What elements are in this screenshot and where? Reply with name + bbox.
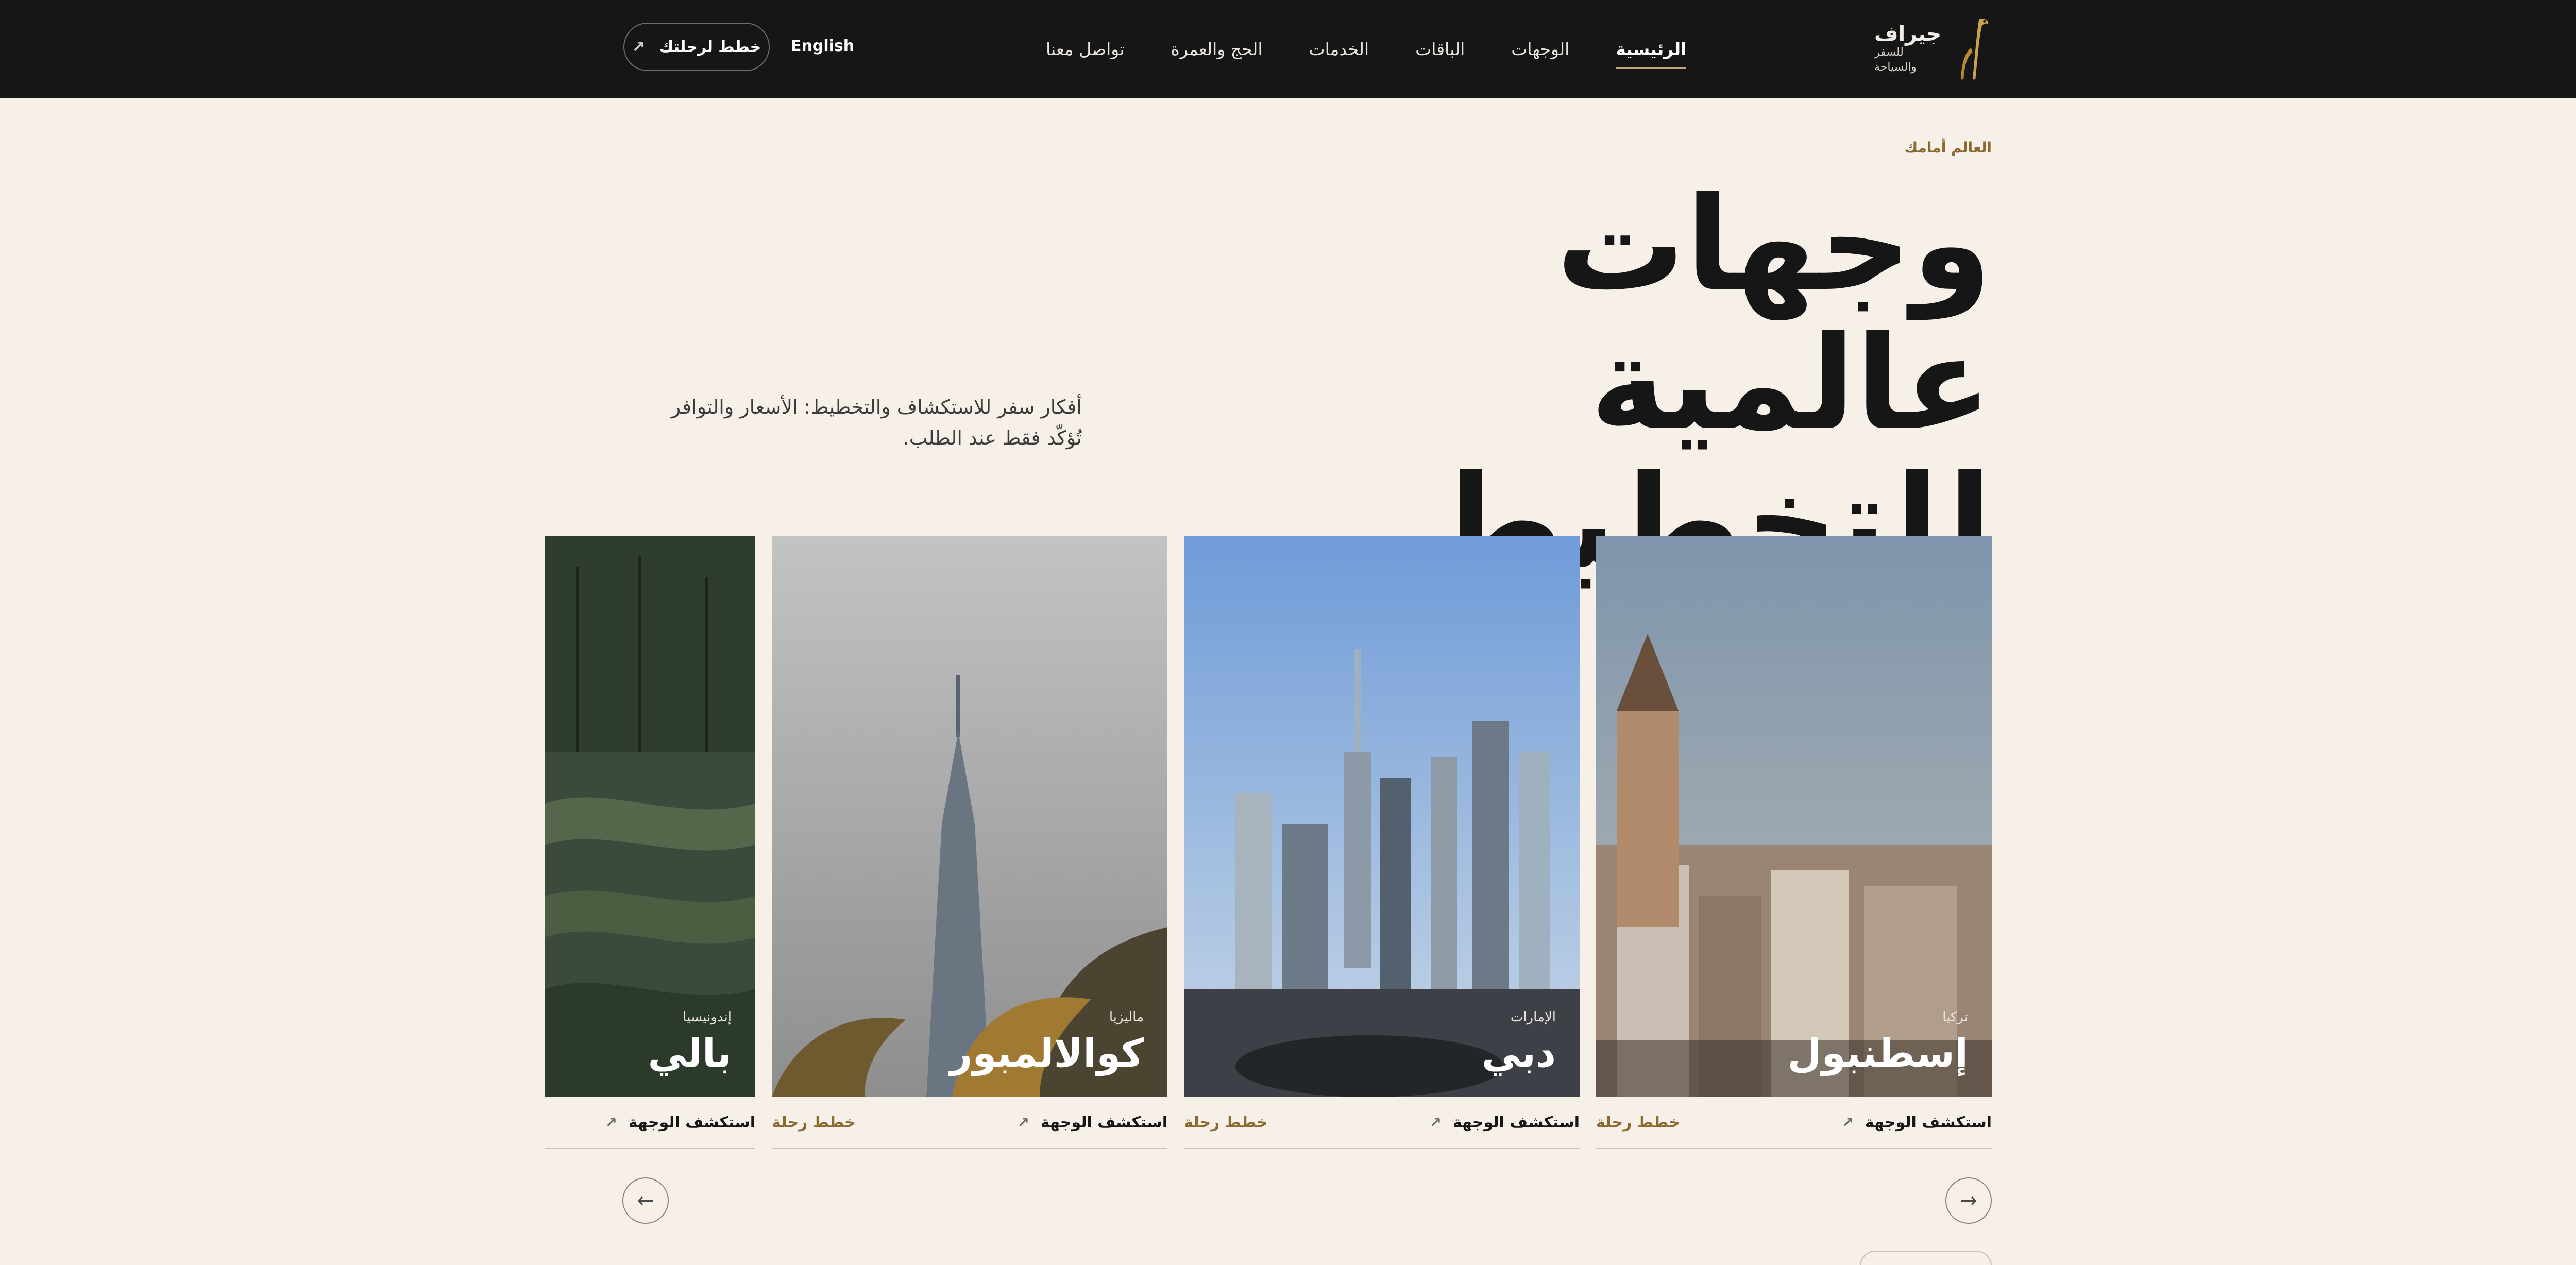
arrow-left-icon: ← — [637, 1189, 654, 1212]
plan-trip-label: خطط لرحلتك — [659, 38, 761, 56]
destination-card-footer: ↗ استكشف الوجهة خطط رحلة — [1596, 1107, 1992, 1149]
hero-title: وجهات عالمية للتخطيط — [1219, 175, 1992, 592]
destination-city: بالي — [648, 1030, 732, 1076]
destination-image-dubai: الإمارات دبي — [1184, 536, 1580, 1097]
carousel-next-button[interactable]: ← — [622, 1177, 669, 1224]
explore-label: استكشف الوجهة — [1040, 1114, 1167, 1132]
nav-contact[interactable]: تواصل معنا — [1046, 39, 1125, 59]
plan-trip-link[interactable]: خطط رحلة — [1184, 1114, 1268, 1132]
brand-text: جيراف للسفر والسياحة — [1874, 23, 1941, 75]
destination-card-footer: ↗ استكشف الوجهة خطط رحلة — [772, 1107, 1167, 1149]
nav-services[interactable]: الخدمات — [1309, 39, 1369, 59]
arrow-up-right-icon: ↗ — [1429, 1114, 1442, 1131]
arrow-up-right-icon: ↗ — [1017, 1114, 1029, 1131]
explore-destination-link[interactable]: ↗ استكشف الوجهة — [1017, 1114, 1167, 1132]
arrow-right-icon: → — [1960, 1189, 1977, 1212]
destination-country: ماليزيا — [1109, 1010, 1144, 1025]
explore-destination-link[interactable]: ↗ استكشف الوجهة — [1429, 1114, 1580, 1132]
arrow-up-right-icon: ↗ — [605, 1114, 617, 1131]
main-nav: الرئيسية الوجهات الباقات الخدمات الحج وا… — [1046, 31, 1687, 69]
nav-home[interactable]: الرئيسية — [1616, 39, 1687, 69]
destination-country: تركيا — [1942, 1010, 1968, 1025]
giraffe-logo-icon — [1961, 19, 1989, 80]
language-switch[interactable]: English — [791, 37, 854, 55]
destination-city: كوالالمبور — [950, 1030, 1144, 1076]
hero-description-line-1: أفكار سفر للاستكشاف والتخطيط: الأسعار وا… — [671, 396, 1082, 418]
destination-city: إسطنبول — [1787, 1030, 1968, 1076]
hero-kicker: العالم أمامك — [1904, 139, 1992, 156]
hero-description-line-2: تُؤكّد فقط عند الطلب. — [903, 426, 1082, 449]
explore-label: استكشف الوجهة — [1452, 1114, 1580, 1132]
brand-name: جيراف — [1874, 22, 1942, 46]
nav-hajj-umrah[interactable]: الحج والعمرة — [1171, 39, 1263, 59]
arrow-up-right-icon: ↗ — [1841, 1114, 1854, 1131]
plan-trip-link[interactable]: خطط رحلة — [1596, 1114, 1680, 1132]
nav-packages[interactable]: الباقات — [1415, 39, 1465, 59]
bottom-action-pill[interactable] — [1860, 1251, 1992, 1265]
hero-description: أفكار سفر للاستكشاف والتخطيط: الأسعار وا… — [639, 391, 1082, 453]
nav-destinations[interactable]: الوجهات — [1511, 39, 1569, 59]
destination-country: إندونيسيا — [683, 1010, 732, 1025]
destination-card-footer: ↗ استكشف الوجهة — [545, 1107, 755, 1149]
explore-label: استكشف الوجهة — [628, 1114, 755, 1132]
arrow-up-right-icon: ↗ — [632, 38, 645, 56]
destination-city: دبي — [1481, 1030, 1556, 1076]
brand-logo[interactable]: جيراف للسفر والسياحة — [1874, 11, 1993, 87]
destination-image-kuala-lumpur: ماليزيا كوالالمبور — [772, 536, 1167, 1097]
destination-image-bali: إندونيسيا بالي — [545, 536, 755, 1097]
site-header: جيراف للسفر والسياحة الرئيسية الوجهات ال… — [0, 0, 2576, 98]
explore-destination-link[interactable]: ↗ استكشف الوجهة — [605, 1114, 755, 1132]
brand-tagline: للسفر والسياحة — [1874, 46, 1917, 74]
hero-title-line-1: وجهات عالمية — [1556, 169, 1992, 458]
destination-image-istanbul: تركيا إسطنبول — [1596, 536, 1992, 1097]
destination-card-footer: ↗ استكشف الوجهة خطط رحلة — [1184, 1107, 1580, 1149]
explore-label: استكشف الوجهة — [1865, 1114, 1992, 1132]
destination-country: الإمارات — [1510, 1010, 1556, 1025]
explore-destination-link[interactable]: ↗ استكشف الوجهة — [1841, 1114, 1992, 1132]
plan-trip-link[interactable]: خطط رحلة — [772, 1114, 856, 1132]
plan-trip-button[interactable]: ↗ خطط لرحلتك — [623, 23, 770, 71]
carousel-prev-button[interactable]: → — [1945, 1177, 1992, 1224]
